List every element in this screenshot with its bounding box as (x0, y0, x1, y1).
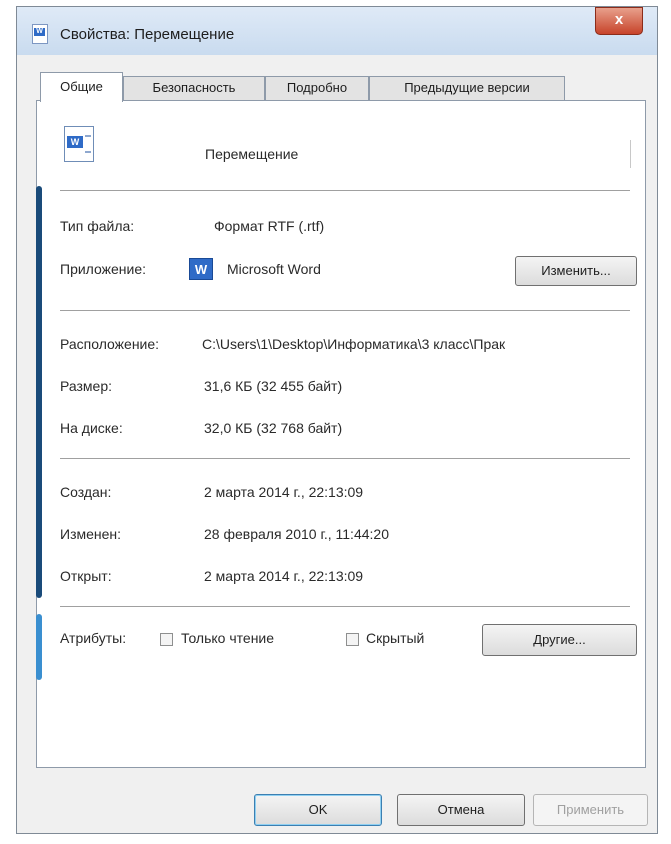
size-on-disk-label: На диске: (60, 420, 123, 436)
other-attributes-button[interactable]: Другие... (482, 624, 637, 656)
hidden-checkbox[interactable] (346, 633, 359, 646)
file-type-value: Формат RTF (.rtf) (214, 218, 325, 234)
tab-details[interactable]: Подробно (265, 76, 369, 100)
opens-with-value: Microsoft Word (227, 261, 321, 277)
file-name[interactable]: Перемещение (205, 146, 298, 162)
location-label: Расположение: (60, 336, 160, 352)
modified-value: 28 февраля 2010 г., 11:44:20 (204, 526, 389, 542)
divider (60, 606, 630, 607)
tab-security[interactable]: Безопасность (123, 76, 265, 100)
tab-general[interactable]: Общие (40, 72, 123, 102)
panel-accent-bar (36, 614, 42, 680)
created-label: Создан: (60, 484, 112, 500)
window-title: Свойства: Перемещение (60, 26, 235, 43)
accessed-label: Открыт: (60, 568, 112, 584)
apply-button[interactable]: Применить (533, 794, 648, 826)
divider (60, 458, 630, 459)
close-button[interactable]: x (595, 7, 643, 35)
size-label: Размер: (60, 378, 113, 394)
location-value: C:\Users\1\Desktop\Информатика\3 класс\П… (202, 336, 506, 352)
attributes-label: Атрибуты: (60, 630, 127, 646)
word-document-icon: W (32, 24, 48, 44)
hidden-checkbox-label[interactable]: Скрытый (366, 630, 424, 646)
tab-previous-versions[interactable]: Предыдущие версии (369, 76, 565, 100)
divider (60, 190, 630, 191)
word-document-icon: W (64, 126, 94, 162)
size-on-disk-value: 32,0 КБ (32 768 байт) (204, 420, 343, 436)
readonly-checkbox[interactable] (160, 633, 173, 646)
change-button[interactable]: Изменить... (515, 256, 637, 286)
microsoft-word-icon: W (189, 258, 213, 280)
cancel-button[interactable]: Отмена (397, 794, 525, 826)
divider (60, 310, 630, 311)
accessed-value: 2 марта 2014 г., 22:13:09 (204, 568, 364, 584)
size-value: 31,6 КБ (32 455 байт) (204, 378, 343, 394)
panel-accent-bar (36, 186, 42, 598)
ok-button[interactable]: OK (254, 794, 382, 826)
modified-label: Изменен: (60, 526, 122, 542)
readonly-checkbox-label[interactable]: Только чтение (181, 630, 274, 646)
opens-with-label: Приложение: (60, 261, 147, 277)
created-value: 2 марта 2014 г., 22:13:09 (204, 484, 364, 500)
file-type-label: Тип файла: (60, 218, 135, 234)
